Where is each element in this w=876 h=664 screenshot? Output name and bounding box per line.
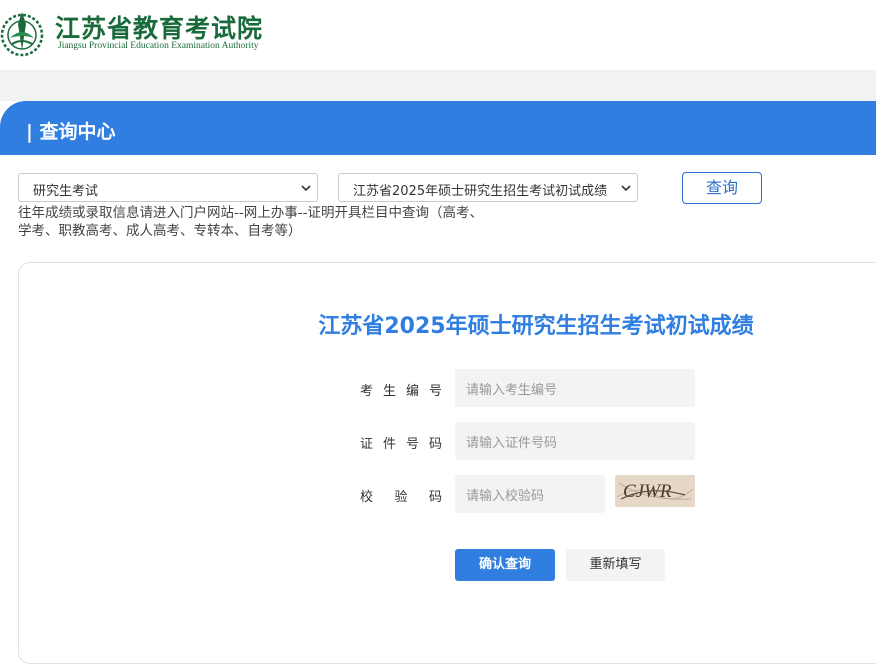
logo-chinese-name: 江苏省教育考试院 — [55, 14, 264, 43]
logo-english-name: Jiangsu Provincial Education Examination… — [58, 41, 259, 51]
notice-line-2: 学考、职教高考、成人高考、专转本、自考等） — [18, 223, 302, 239]
exam-type-value: 研究生考试 — [33, 184, 99, 199]
reset-form-button[interactable]: 重新填写 — [566, 549, 665, 581]
candidate-number-label: 考生编号 — [360, 384, 442, 399]
id-number-input[interactable]: 请输入证件号码 — [455, 422, 695, 460]
exam-item-value: 江苏省2025年硕士研究生招生考试初试成绩 — [353, 184, 608, 199]
id-number-label: 证件号码 — [360, 437, 442, 452]
candidate-number-input[interactable]: 请输入考生编号 — [455, 369, 695, 407]
section-banner: | 查询中心 — [0, 101, 876, 155]
section-title: | 查询中心 — [26, 121, 116, 143]
site-header: 江苏省教育考试院 Jiangsu Provincial Education Ex… — [0, 0, 876, 70]
query-button[interactable]: 查询 — [682, 172, 762, 204]
verification-code-label: 校验码 — [360, 490, 442, 505]
chevron-down-icon — [621, 185, 631, 192]
captcha-graphic: CJWR — [615, 475, 695, 507]
verification-code-input[interactable]: 请输入校验码 — [455, 475, 605, 513]
header-divider-band — [0, 70, 876, 101]
captcha-image[interactable]: CJWR — [615, 475, 695, 507]
chevron-down-icon — [301, 185, 311, 192]
form-title: 江苏省2025年硕士研究生招生考试初试成绩 — [318, 314, 754, 339]
notice-line-1: 往年成绩或录取信息请进入门户网站--网上办事--证明开具栏目中查询（高考、 — [18, 205, 483, 221]
history-notice: 往年成绩或录取信息请进入门户网站--网上办事--证明开具栏目中查询（高考、 学考… — [18, 204, 558, 240]
exam-type-select[interactable]: 研究生考试 — [18, 173, 318, 202]
confirm-query-button[interactable]: 确认查询 — [455, 549, 555, 581]
logo-emblem-icon — [0, 12, 44, 57]
exam-item-select[interactable]: 江苏省2025年硕士研究生招生考试初试成绩 — [338, 173, 638, 202]
